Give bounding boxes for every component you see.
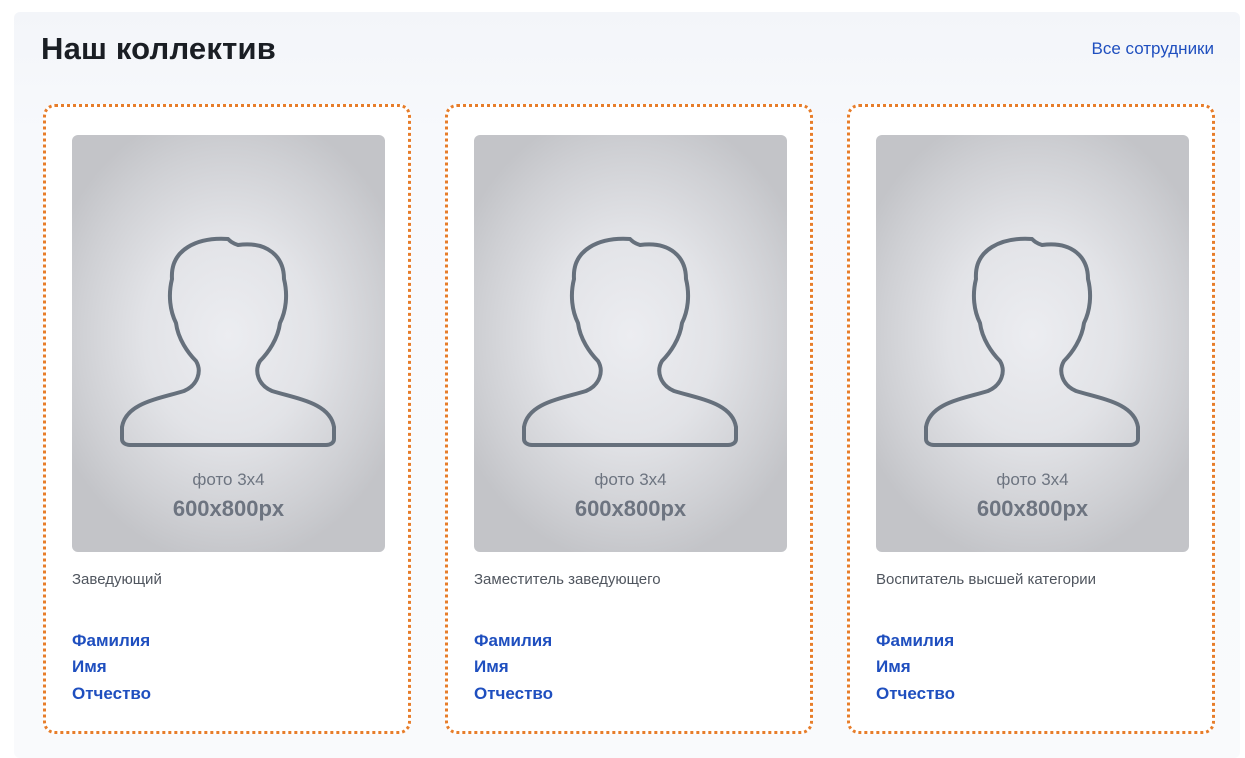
photo-format-label: фото 3х4 [996,470,1069,489]
employee-name-link[interactable]: Имя [474,655,509,679]
photo-format-label: фото 3х4 [192,470,265,489]
employee-card[interactable]: фото 3х4 600x800px Воспитатель высшей ка… [847,104,1215,734]
person-silhouette-icon [924,236,1140,447]
employee-surname-link[interactable]: Фамилия [474,629,552,653]
employee-surname-link[interactable]: Фамилия [72,629,150,653]
photo-placeholder: фото 3х4 600x800px [72,135,385,552]
employee-surname-link[interactable]: Фамилия [876,629,954,653]
employee-role: Воспитатель высшей категории [876,571,1097,588]
photo-format-label: фото 3х4 [594,470,667,489]
photo-size-label: 600x800px [172,496,285,521]
employee-patronymic-link[interactable]: Отчество [474,682,553,706]
person-silhouette-icon [522,236,738,447]
section-title: Наш коллектив [41,31,276,66]
employee-name-link[interactable]: Имя [72,655,107,679]
employee-role: Заведующий [72,571,162,588]
photo-placeholder: фото 3х4 600x800px [876,135,1189,552]
photo-size-label: 600x800px [976,496,1089,521]
employee-patronymic-link[interactable]: Отчество [72,682,151,706]
person-silhouette-icon [120,236,336,447]
all-employees-link[interactable]: Все сотрудники [1091,38,1214,60]
photo-placeholder: фото 3х4 600x800px [474,135,787,552]
employee-patronymic-link[interactable]: Отчество [876,682,955,706]
employee-name-link[interactable]: Имя [876,655,911,679]
photo-size-label: 600x800px [574,496,687,521]
employee-card[interactable]: фото 3х4 600x800px Заместитель заведующе… [445,104,813,734]
employee-card[interactable]: фото 3х4 600x800px Заведующий Фамилия Им… [43,104,411,734]
employee-role: Заместитель заведующего [474,571,661,588]
